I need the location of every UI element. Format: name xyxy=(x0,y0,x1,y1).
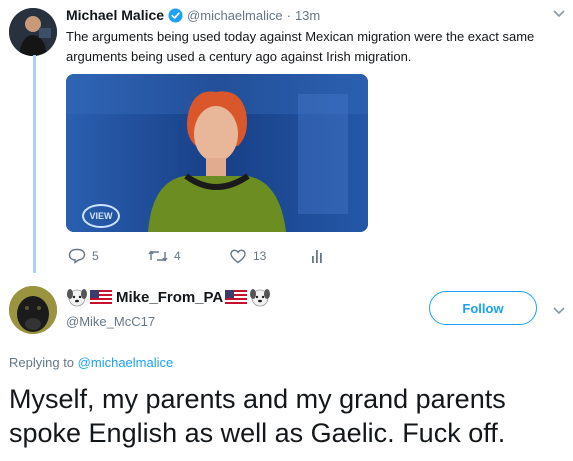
tweet1-menu-chevron-icon[interactable] xyxy=(553,6,565,22)
follow-button-label: Follow xyxy=(462,300,504,316)
heart-icon xyxy=(230,249,246,264)
tweet2-author-name[interactable]: Mike_From_PA xyxy=(116,289,223,306)
tweet1-handle[interactable]: @michaelmalice xyxy=(187,8,283,23)
analytics-button[interactable] xyxy=(311,248,325,269)
dog-face-emoji-icon-2 xyxy=(249,287,271,307)
reply-count: 5 xyxy=(92,249,99,263)
reply-button[interactable]: 5 xyxy=(68,248,99,264)
follow-button[interactable]: Follow xyxy=(429,291,537,325)
tweet1-text-line1: The arguments being used today against M… xyxy=(66,29,535,44)
us-flag-emoji-icon xyxy=(90,290,112,304)
mike-from-pa-avatar[interactable] xyxy=(9,286,57,334)
verified-badge-icon xyxy=(168,7,183,23)
us-flag-emoji-icon-2 xyxy=(225,290,248,304)
thread-connector-line xyxy=(33,55,36,273)
analytics-icon xyxy=(312,250,322,263)
tweet1-separator: · xyxy=(286,7,291,23)
the-view-logo: VIEW xyxy=(82,204,120,228)
retweet-button[interactable]: 4 xyxy=(148,248,181,264)
like-button[interactable]: 13 xyxy=(229,248,266,264)
media-badge-text: VIEW xyxy=(89,211,113,221)
tweet1-text-line2: arguments being used a century ago again… xyxy=(66,49,412,64)
tweet1-timestamp[interactable]: 13m xyxy=(295,8,320,23)
tweet2-text-line1: Myself, my parents and my grand parents xyxy=(9,384,506,414)
tweet2-menu-chevron-icon[interactable] xyxy=(553,303,565,319)
reply-icon xyxy=(68,248,86,264)
michael-malice-avatar[interactable] xyxy=(9,8,57,56)
retweet-count: 4 xyxy=(174,249,181,263)
replying-to-prefix: Replying to xyxy=(9,355,75,370)
dog-face-emoji-icon xyxy=(66,287,88,307)
tweet1-author-name[interactable]: Michael Malice xyxy=(66,7,164,23)
like-count: 13 xyxy=(253,249,267,263)
dog-avatar-photo xyxy=(9,286,57,334)
avatar-photo xyxy=(9,8,57,56)
tweet1-media-image[interactable]: VIEW xyxy=(66,74,368,232)
replying-to-line: Replying to @michaelmalice xyxy=(9,355,173,370)
tweet2-handle[interactable]: @Mike_McC17 xyxy=(66,314,155,329)
tweet2-text-line2: spoke English as well as Gaelic. Fuck of… xyxy=(9,418,506,448)
replying-to-handle-link[interactable]: @michaelmalice xyxy=(78,355,174,370)
retweet-icon xyxy=(148,250,168,262)
